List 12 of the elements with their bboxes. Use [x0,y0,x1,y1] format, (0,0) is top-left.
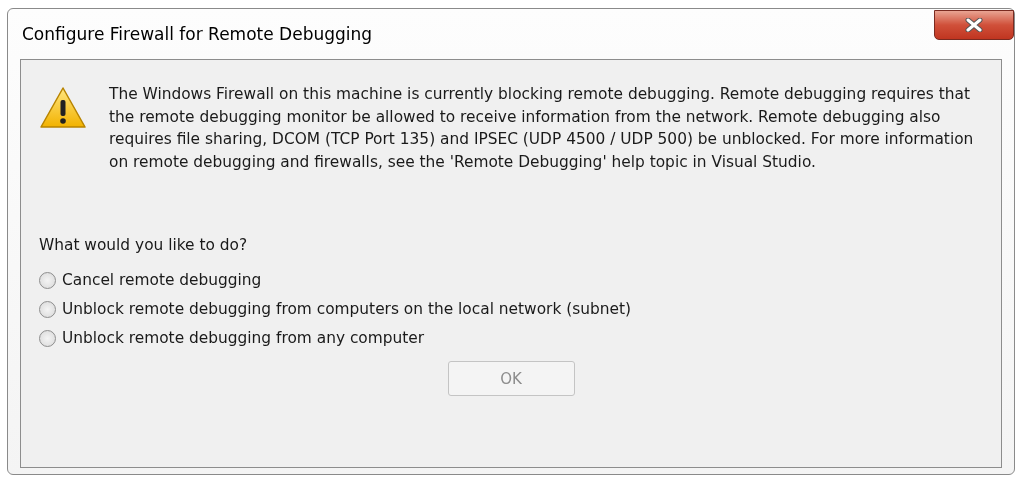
close-icon [965,18,983,32]
warning-icon [39,86,87,130]
radio-label[interactable]: Unblock remote debugging from computers on the local network (subnet) [62,300,632,319]
radio-button[interactable] [39,329,56,347]
message-text: The Windows Firewall on this machine is currently blocking remote debugging. Remote debugging requires that the remote debugging monitor be allowed to receive information from the network. Remote debugging also requires file sharing, DCOM (TCP Port 135) and IPSEC (UDP 4500 / UDP 500) be unblocked. For more information on remote debugging and firewalls, see the 'Remote Debugging' help topic in Visual Studio. [109,84,975,173]
question-label: What would you like to do? [39,236,249,255]
radio-label[interactable]: Unblock remote debugging from any computer [62,329,425,348]
radio-button[interactable] [39,300,56,318]
window-title: Configure Firewall for Remote Debugging [22,24,373,44]
close-button[interactable] [934,10,1014,40]
radio-label[interactable]: Cancel remote debugging [62,271,262,290]
radio-button[interactable] [39,271,56,289]
